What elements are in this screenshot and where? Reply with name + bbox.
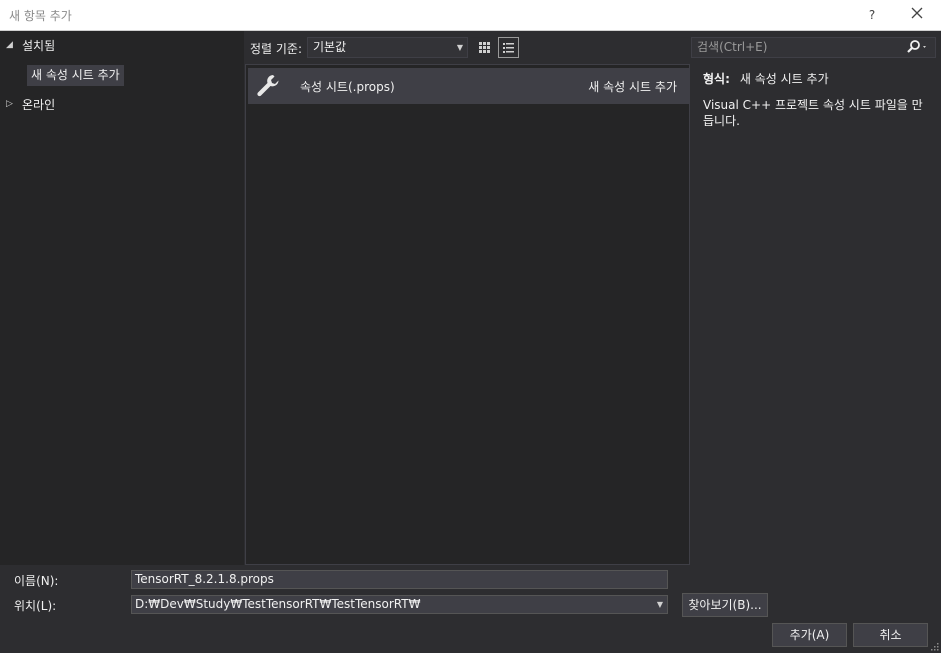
expanded-arrow-icon: ◢ [6,40,13,50]
sort-dropdown-value: 기본값 [313,40,347,54]
chevron-down-icon[interactable]: ▼ [657,596,663,613]
template-item-property-sheet[interactable]: 속성 시트(.props) 새 속성 시트 추가 [248,68,689,104]
name-label: 이름(N): [14,574,59,588]
tree-item-online-label: 온라인 [22,97,56,112]
chevron-down-icon: ▼ [456,43,463,52]
close-icon [911,7,923,19]
name-field[interactable]: TensorRT_8.2.1.8.props [131,570,668,589]
list-view-button[interactable] [498,37,519,58]
location-field-value: D:₩Dev₩Study₩TestTensorRT₩TestTensorRT₩ [135,597,421,611]
collapsed-arrow-icon: ▷ [6,99,13,109]
name-field-value: TensorRT_8.2.1.8.props [135,572,274,586]
close-button[interactable] [906,5,928,25]
help-button[interactable]: ? [862,5,882,25]
window-title: 새 항목 추가 [9,9,72,23]
search-button[interactable] [907,40,929,54]
template-name: 속성 시트(.props) [300,79,395,94]
add-button[interactable]: 추가(A) [772,623,847,647]
wrench-icon [248,73,288,99]
tree-item-online[interactable]: ▷ 온라인 [6,94,55,114]
browse-button[interactable]: 찾아보기(B)... [682,593,768,617]
sort-dropdown[interactable]: 기본값 ▼ [307,37,468,58]
resize-grip-icon[interactable] [929,641,939,651]
list-view-icon [503,43,514,53]
location-field[interactable]: D:₩Dev₩Study₩TestTensorRT₩TestTensorRT₩ … [131,595,668,614]
category-tree: ◢ 설치됨 새 속성 시트 추가 ▷ 온라인 [0,31,244,565]
sort-label: 정렬 기준: [250,42,303,56]
bottom-form: 이름(N): TensorRT_8.2.1.8.props 위치(L): D:₩… [0,565,941,653]
template-list: 속성 시트(.props) 새 속성 시트 추가 [245,64,690,565]
search-placeholder: 검색(Ctrl+E) [697,40,768,54]
location-label: 위치(L): [14,599,57,613]
details-pane: 형식: 새 속성 시트 추가 Visual C++ 프로젝트 속성 시트 파일을… [703,70,931,129]
template-description: Visual C++ 프로젝트 속성 시트 파일을 만듭니다. [703,98,923,128]
type-value: 새 속성 시트 추가 [739,72,829,86]
grid-view-icon [479,42,490,53]
cancel-button[interactable]: 취소 [853,623,928,647]
search-input[interactable]: 검색(Ctrl+E) [691,37,936,58]
title-bar: 새 항목 추가 ? [0,0,941,31]
tree-item-new-property-sheet[interactable]: 새 속성 시트 추가 [27,65,124,86]
tree-item-installed-label: 설치됨 [22,38,56,53]
tree-item-installed[interactable]: ◢ 설치됨 [6,35,55,55]
search-icon [907,40,926,53]
grid-view-button[interactable] [474,37,495,58]
type-label: 형식: [703,72,730,86]
template-type: 새 속성 시트 추가 [588,79,677,94]
